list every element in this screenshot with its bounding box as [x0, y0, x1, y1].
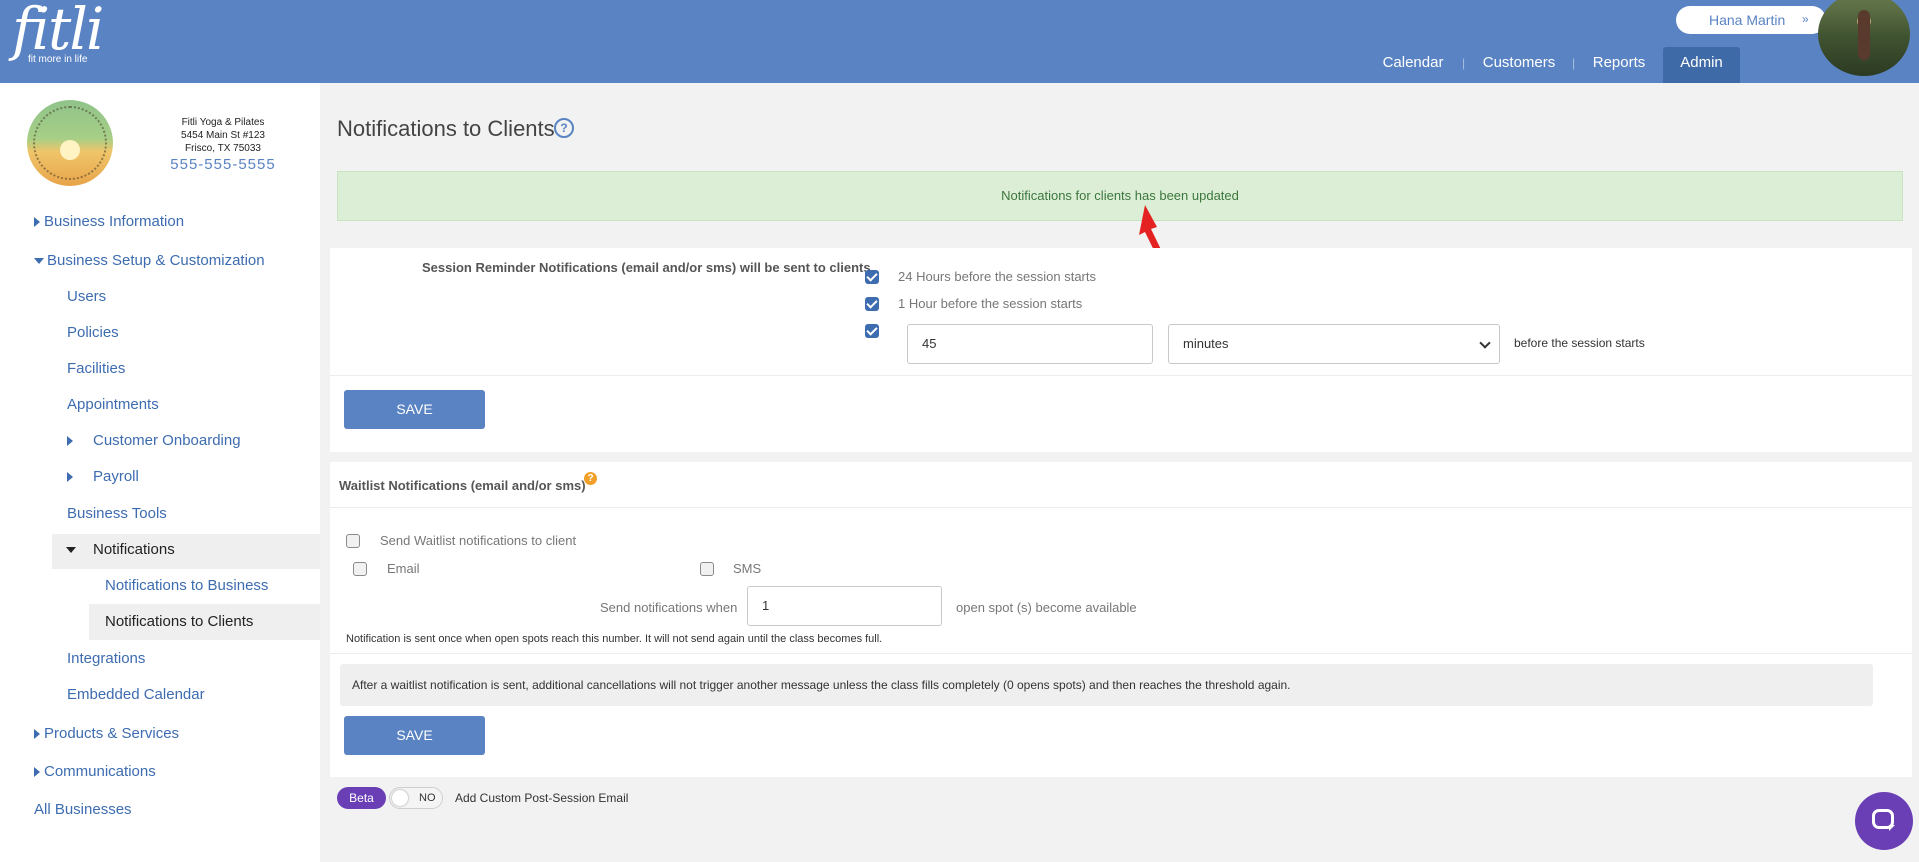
top-header: fitli fit more in life Hana Martin » Cal… — [0, 0, 1919, 83]
nav-customers[interactable]: Customers — [1474, 47, 1564, 83]
caret-right-icon — [34, 729, 40, 739]
custom-email-label: Add Custom Post-Session Email — [455, 791, 629, 805]
waitlist-panel: Waitlist Notifications (email and/or sms… — [330, 462, 1912, 777]
sidebar-item-embedded-calendar[interactable]: Embedded Calendar — [67, 686, 205, 703]
waitlist-when-label: Send notifications when — [600, 600, 738, 615]
reminder-1h-label: 1 Hour before the session starts — [898, 296, 1083, 311]
reminder-unit-select[interactable]: minutes — [1168, 324, 1500, 364]
nav-separator: | — [1572, 56, 1576, 70]
sidebar-item-customer-onboarding[interactable]: Customer Onboarding — [67, 432, 241, 449]
caret-down-icon — [34, 258, 44, 264]
sidebar-item-notifications-to-business[interactable]: Notifications to Business — [105, 577, 268, 594]
sidebar-item-policies[interactable]: Policies — [67, 324, 119, 341]
waitlist-email-label: Email — [387, 561, 420, 576]
reminder-24h-checkbox[interactable] — [865, 270, 879, 284]
logo-tagline: fit more in life — [28, 54, 88, 65]
success-alert: Notifications for clients has been updat… — [337, 171, 1903, 221]
waitlist-send-label: Send Waitlist notifications to client — [380, 533, 577, 548]
business-info: Fitli Yoga & Pilates 5454 Main St #123 F… — [150, 116, 296, 172]
sidebar — [0, 83, 320, 862]
nav-separator: | — [1462, 56, 1466, 70]
sidebar-item-payroll[interactable]: Payroll — [67, 468, 139, 485]
reminder-1h-checkbox[interactable] — [865, 297, 879, 311]
sidebar-item-facilities[interactable]: Facilities — [67, 360, 125, 377]
divider — [330, 653, 1912, 654]
sidebar-item-notifications[interactable]: Notifications — [66, 541, 175, 558]
fitli-logo[interactable]: fitli fit more in life — [12, 0, 104, 65]
sidebar-item-business-setup[interactable]: Business Setup & Customization — [34, 252, 265, 269]
divider — [330, 507, 1912, 508]
nav-admin[interactable]: Admin — [1663, 47, 1740, 83]
toggle-knob — [392, 790, 408, 806]
business-name: Fitli Yoga & Pilates — [181, 117, 265, 128]
logo-wordmark: fitli — [12, 0, 104, 63]
reminder-unit-selected: minutes — [1183, 336, 1229, 351]
waitlist-when-suffix: open spot (s) become available — [956, 600, 1137, 615]
custom-email-toggle[interactable]: NO — [389, 787, 443, 809]
sidebar-item-business-information[interactable]: Business Information — [34, 213, 184, 230]
user-menu-button[interactable]: Hana Martin » — [1676, 6, 1826, 34]
business-address-line2: Frisco, TX 75033 — [185, 143, 261, 154]
sidebar-item-appointments[interactable]: Appointments — [67, 396, 159, 413]
beta-badge: Beta — [337, 787, 386, 809]
business-address-line1: 5454 Main St #123 — [181, 130, 265, 141]
sidebar-item-integrations[interactable]: Integrations — [67, 650, 145, 667]
business-phone[interactable]: 555-555-5555 — [150, 157, 296, 172]
chevron-down-icon — [1479, 337, 1491, 349]
save-waitlist-button[interactable]: SAVE — [344, 716, 485, 755]
session-reminders-label: Session Reminder Notifications (email an… — [422, 260, 871, 275]
nav-reports[interactable]: Reports — [1584, 47, 1654, 83]
waitlist-info-box: After a waitlist notification is sent, a… — [340, 664, 1873, 706]
caret-right-icon — [67, 436, 73, 446]
save-reminders-button[interactable]: SAVE — [344, 390, 485, 429]
waitlist-note: Notification is sent once when open spot… — [346, 633, 883, 645]
waitlist-sms-checkbox[interactable] — [700, 562, 714, 576]
sidebar-item-users[interactable]: Users — [67, 288, 106, 305]
caret-right-icon — [67, 472, 73, 482]
chat-launcher-button[interactable] — [1855, 792, 1913, 850]
toggle-state-label: NO — [419, 792, 436, 804]
sidebar-item-communications[interactable]: Communications — [34, 763, 156, 780]
sidebar-item-notifications-to-clients[interactable]: Notifications to Clients — [105, 613, 253, 630]
sidebar-item-products-services[interactable]: Products & Services — [34, 725, 179, 742]
session-reminders-panel: Session Reminder Notifications (email an… — [330, 248, 1912, 452]
double-chevron-down-icon: » — [1802, 12, 1809, 26]
caret-right-icon — [34, 217, 40, 227]
caret-down-icon — [66, 547, 76, 553]
question-circle-icon[interactable]: ? — [554, 118, 574, 138]
waitlist-email-checkbox[interactable] — [353, 562, 367, 576]
page-title: Notifications to Clients — [337, 116, 555, 141]
help-badge-icon[interactable]: ? — [584, 472, 597, 485]
nav-calendar[interactable]: Calendar — [1372, 47, 1454, 83]
waitlist-title: Waitlist Notifications (email and/or sms… — [339, 478, 586, 493]
user-name: Hana Martin — [1709, 12, 1786, 28]
waitlist-send-checkbox[interactable] — [346, 534, 360, 548]
divider — [330, 375, 1912, 376]
reminder-custom-checkbox[interactable] — [865, 324, 879, 338]
business-logo — [27, 100, 113, 186]
waitlist-spots-input[interactable]: 1 — [747, 586, 942, 626]
caret-right-icon — [34, 767, 40, 777]
reminder-custom-suffix: before the session starts — [1514, 336, 1645, 350]
avatar[interactable] — [1818, 0, 1910, 76]
sidebar-item-business-tools[interactable]: Business Tools — [67, 505, 167, 522]
sidebar-item-all-businesses[interactable]: All Businesses — [34, 801, 132, 818]
waitlist-sms-label: SMS — [733, 561, 762, 576]
reminder-24h-label: 24 Hours before the session starts — [898, 269, 1096, 284]
reminder-custom-value-input[interactable]: 45 — [907, 324, 1153, 364]
